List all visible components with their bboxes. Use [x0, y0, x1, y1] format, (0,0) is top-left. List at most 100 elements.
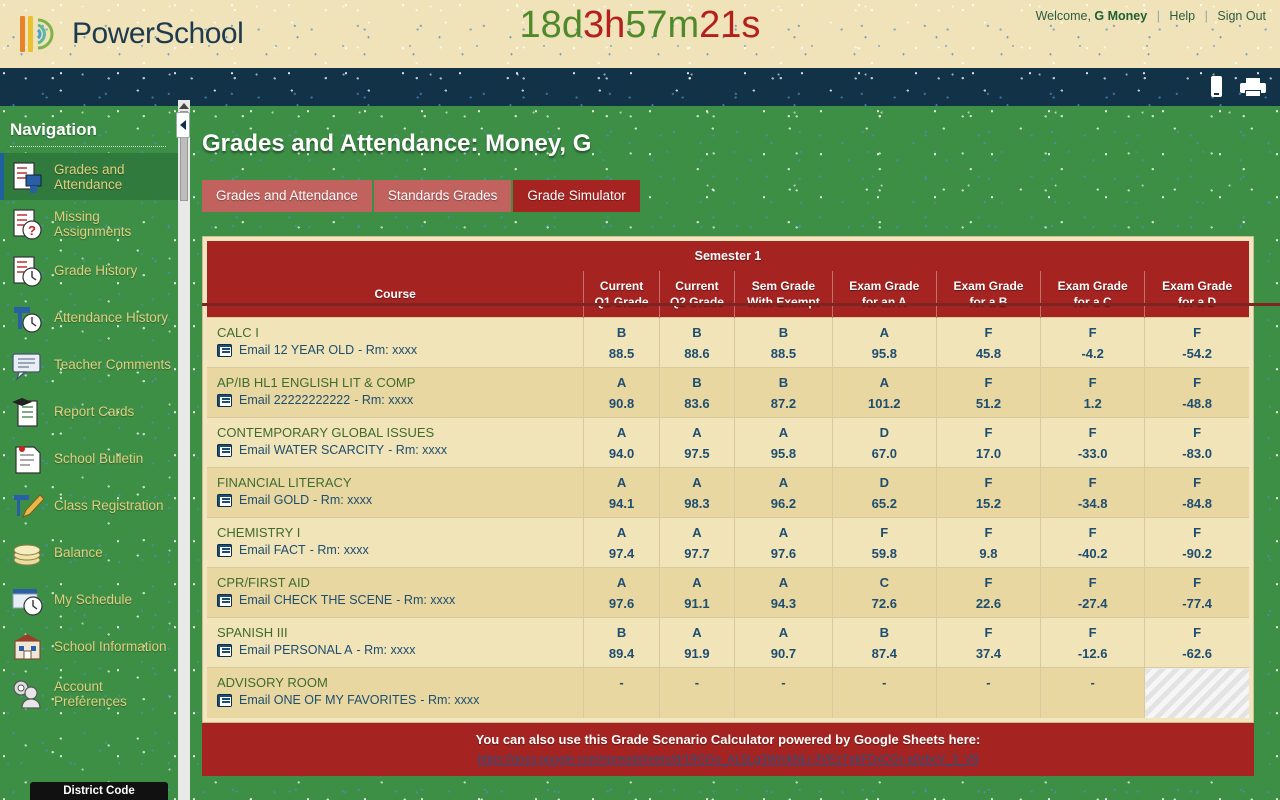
report-cards-icon: [10, 395, 46, 429]
sidebar-item-report-cards[interactable]: Report Cards: [0, 388, 178, 435]
sidebar-item-school-information[interactable]: School Information: [0, 623, 178, 670]
sidebar-item-missing-assignments[interactable]: ? Missing Assignments: [0, 200, 178, 247]
navigation-list: Grades and Attendance? Missing Assignment…: [0, 153, 178, 717]
help-link[interactable]: Help: [1169, 9, 1195, 23]
teacher-email-row: Email 22222222222 - Rm: xxxx: [213, 393, 577, 407]
grade-letter: F: [1088, 625, 1097, 640]
teacher-email-link[interactable]: Email ONE OF MY FAVORITES: [239, 693, 416, 707]
sign-out-link[interactable]: Sign Out: [1217, 9, 1266, 23]
room-label: - Rm: xxxx: [420, 693, 480, 707]
column-header-0: Course: [207, 271, 584, 318]
grade-cell: B 89.4: [583, 617, 660, 668]
sidebar-item-grades-and-attendance[interactable]: Grades and Attendance: [0, 153, 178, 200]
grade-letter: A: [879, 325, 889, 340]
grade-number: 17.0: [975, 446, 1002, 461]
grade-letter: F: [984, 625, 993, 640]
column-header-6: Exam Grade for a C: [1040, 271, 1145, 318]
grade-cell: A 97.6: [734, 517, 833, 568]
email-icon[interactable]: [217, 693, 232, 707]
grade-cell: C 72.6: [831, 567, 937, 618]
table-row: ADVISORY ROOM Email ONE OF MY FAVORITES - …: [207, 667, 1249, 718]
email-icon[interactable]: [217, 343, 232, 357]
grade-number: -48.8: [1182, 396, 1212, 411]
grade-letter: F: [1193, 625, 1202, 640]
teacher-email-link[interactable]: Email PERSONAL A: [239, 643, 352, 657]
email-icon[interactable]: [217, 593, 232, 607]
grade-number: -62.6: [1182, 646, 1212, 661]
sidebar-item-label: School Bulletin: [54, 451, 144, 466]
device-icon[interactable]: [1211, 76, 1222, 97]
grade-letter: A: [692, 625, 702, 640]
sidebar-item-class-registration[interactable]: Class Registration: [0, 482, 178, 529]
course-name: ADVISORY ROOM: [217, 675, 328, 690]
tab-grade-simulator[interactable]: Grade Simulator: [513, 180, 642, 212]
sidebar-item-balance[interactable]: Balance: [0, 529, 178, 576]
sidebar-item-my-schedule[interactable]: My Schedule: [0, 576, 178, 623]
tab-standards-grades[interactable]: Standards Grades: [373, 180, 514, 212]
email-icon[interactable]: [217, 443, 232, 457]
chevron-left-icon: [180, 120, 186, 130]
grade-number: 97.6: [770, 546, 797, 561]
teacher-email-link[interactable]: Email 22222222222: [239, 393, 350, 407]
tab-bar: Grades and Attendance Standards Grades Gra…: [202, 180, 1280, 212]
grade-cell: -: [831, 667, 937, 718]
table-semester-header-row: Semester 1: [207, 241, 1249, 271]
sidebar-item-attendance-history[interactable]: Attendance History: [0, 294, 178, 341]
email-icon[interactable]: [217, 543, 232, 557]
grade-letter: A: [778, 475, 789, 490]
teacher-email-link[interactable]: Email 12 YEAR OLD: [239, 343, 354, 357]
grade-letter: -: [619, 675, 624, 690]
grade-letter: -: [1090, 675, 1095, 690]
grade-cell: -: [1040, 667, 1145, 718]
utility-navbar: [0, 68, 1280, 106]
table-row: CHEMISTRY I Email FACT - Rm: xxxx A 97.4 A 97.…: [207, 517, 1249, 568]
grade-letter: A: [692, 425, 702, 440]
sidebar-item-grade-history[interactable]: Grade History: [0, 247, 178, 294]
navbar-icon-group: [1211, 76, 1266, 97]
grade-number: 97.5: [684, 446, 710, 461]
course-name: AP/IB HL1 ENGLISH LIT & COMP: [217, 375, 416, 390]
tab-grades-and-attendance[interactable]: Grades and Attendance: [202, 180, 374, 212]
scroll-up-arrow-icon[interactable]: [179, 103, 189, 109]
course-cell: CHEMISTRY I Email FACT - Rm: xxxx: [207, 517, 584, 568]
grade-letter: A: [692, 525, 702, 540]
teacher-email-link[interactable]: Email GOLD: [239, 493, 309, 507]
teacher-email-link[interactable]: Email FACT: [239, 543, 306, 557]
teacher-email-row: Email CHECK THE SCENE - Rm: xxxx: [213, 593, 577, 607]
email-icon[interactable]: [217, 493, 232, 507]
course-name: SPANISH III: [217, 625, 288, 640]
column-header-3: Sem Grade With Exempt: [734, 271, 833, 318]
district-code-button[interactable]: District Code: [30, 782, 168, 800]
grade-letter: A: [616, 475, 627, 490]
grade-letter: -: [694, 675, 700, 690]
sidebar-item-teacher-comments[interactable]: Teacher Comments: [0, 341, 178, 388]
collapse-sidebar-button[interactable]: [176, 112, 190, 138]
teacher-email-link[interactable]: Email CHECK THE SCENE: [239, 593, 392, 607]
grade-number: 87.4: [871, 646, 897, 661]
sidebar-item-account-preferences[interactable]: Account Preferences: [0, 670, 178, 717]
grade-letter: F: [1088, 475, 1097, 490]
grade-cell: A 91.1: [658, 567, 735, 618]
grade-letter: F: [1193, 475, 1202, 490]
grade-number: 98.3: [684, 496, 710, 511]
table-body: CALC I Email 12 YEAR OLD - Rm: xxxx B 88.5 B 8…: [207, 317, 1249, 718]
sidebar-item-school-bulletin[interactable]: School Bulletin: [0, 435, 178, 482]
email-icon[interactable]: [217, 393, 232, 407]
grade-cell: F 59.8: [831, 517, 937, 568]
google-sheets-link[interactable]: https://docs.google.com/spreadsheets/d/1…: [202, 754, 1254, 766]
room-label: - Rm: xxxx: [309, 543, 369, 557]
grade-cell: B 87.4: [831, 617, 937, 668]
grade-letter: B: [616, 325, 627, 340]
grade-cell: A 98.3: [658, 467, 735, 518]
teacher-email-link[interactable]: Email WATER SCARCITY: [239, 443, 384, 457]
printer-icon[interactable]: [1240, 76, 1266, 97]
grade-letter: F: [880, 525, 889, 540]
countdown-part-2: 57m: [625, 4, 700, 46]
divider: |: [1204, 9, 1208, 23]
page-scrollbar[interactable]: [178, 100, 190, 800]
email-icon[interactable]: [217, 643, 232, 657]
tab-underline: [202, 303, 1280, 306]
grade-number: -40.2: [1077, 546, 1108, 561]
grade-number: 95.8: [770, 446, 797, 461]
grade-cell: B 87.2: [734, 367, 833, 418]
